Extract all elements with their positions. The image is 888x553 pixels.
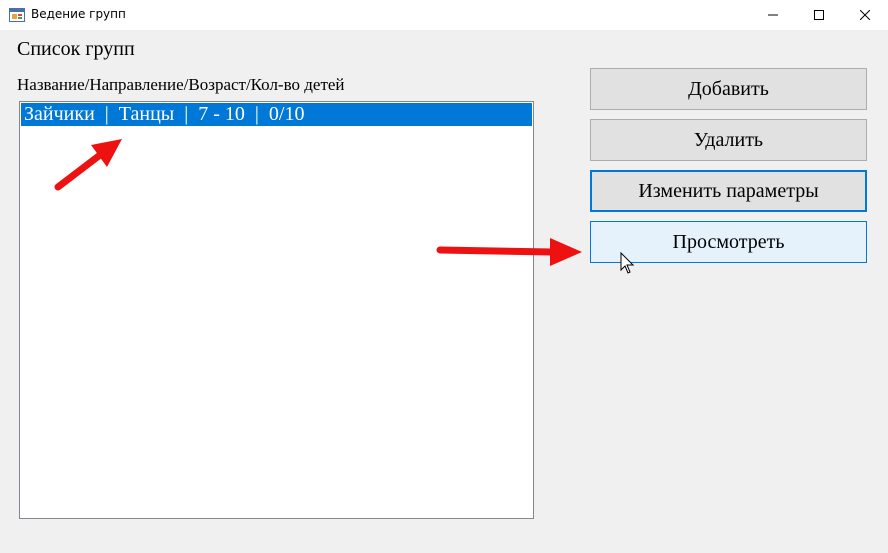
delete-button[interactable]: Удалить <box>590 119 867 161</box>
add-button[interactable]: Добавить <box>590 68 867 110</box>
edit-parameters-button[interactable]: Изменить параметры <box>590 170 867 212</box>
maximize-button[interactable] <box>796 0 842 30</box>
view-button[interactable]: Просмотреть <box>590 221 867 263</box>
maximize-icon <box>814 10 824 20</box>
list-item[interactable]: Зайчики | Танцы | 7 - 10 | 0/10 <box>21 103 532 126</box>
group-list-title: Список групп <box>17 38 135 60</box>
title-bar: Ведение групп <box>0 0 888 30</box>
columns-header: Название/Направление/Возраст/Кол-во дете… <box>17 75 345 94</box>
groups-listbox[interactable]: Зайчики | Танцы | 7 - 10 | 0/10 <box>19 101 534 519</box>
close-icon <box>860 10 870 20</box>
app-icon <box>9 7 25 23</box>
minimize-button[interactable] <box>750 0 796 30</box>
close-button[interactable] <box>842 0 888 30</box>
minimize-icon <box>768 14 778 16</box>
window-title: Ведение групп <box>31 7 126 21</box>
